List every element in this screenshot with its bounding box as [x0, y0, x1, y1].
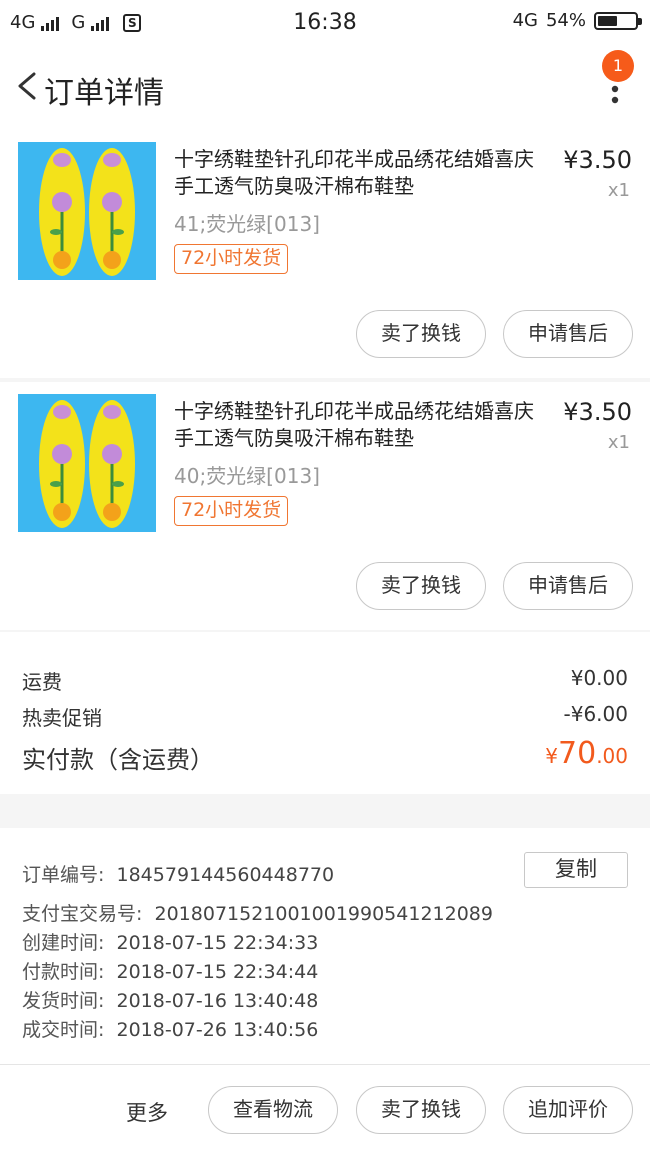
sell-item-button[interactable]: 卖了换钱	[356, 562, 486, 610]
after-sales-button[interactable]: 申请售后	[503, 562, 633, 610]
notification-badge: 1	[602, 50, 634, 82]
product-quantity: x1	[607, 432, 630, 453]
after-sales-button[interactable]: 申请售后	[503, 310, 633, 358]
status-bar: 4G G S 16:38 4G 54%	[0, 0, 650, 46]
shipping-tag: 72小时发货	[174, 496, 289, 526]
product-image[interactable]	[18, 142, 156, 280]
shipped-time-row: 发货时间: 2018-07-16 13:40:48	[22, 986, 318, 1013]
order-item[interactable]: 十字绣鞋垫针孔印花半成品绣花结婚喜庆手工透气防臭吸汗棉布鞋垫 ¥3.50 x1 …	[0, 130, 650, 378]
info-value: 2018-07-15 22:34:33	[116, 932, 319, 954]
order-number-row: 订单编号: 184579144560448770	[22, 860, 334, 887]
product-quantity: x1	[607, 180, 630, 201]
info-label: 成交时间:	[22, 1019, 105, 1041]
more-button[interactable]: 更多	[126, 1097, 168, 1127]
info-label: 发货时间:	[22, 990, 105, 1012]
info-label: 创建时间:	[22, 932, 105, 954]
completed-time-row: 成交时间: 2018-07-26 13:40:56	[22, 1015, 318, 1042]
product-sku: 40;荧光绿[013]	[174, 464, 320, 488]
order-info: 订单编号: 184579144560448770 复制 支付宝交易号: 2018…	[0, 828, 650, 1064]
status-right: 4G 54%	[512, 10, 642, 31]
total-value: ¥70.00	[545, 736, 628, 771]
shipping-row: 运费 ¥0.00	[22, 666, 628, 695]
promo-value: -¥6.00	[563, 702, 628, 726]
shipping-value: ¥0.00	[570, 666, 628, 690]
battery-icon	[594, 11, 642, 30]
info-label: 付款时间:	[22, 961, 105, 983]
info-value: 2018071521001001990541212089	[154, 903, 493, 925]
battery-level	[598, 15, 618, 26]
currency-symbol: ¥	[545, 744, 558, 768]
info-label: 支付宝交易号:	[22, 903, 143, 925]
sell-item-button[interactable]: 卖了换钱	[356, 310, 486, 358]
bottom-action-bar: 更多 查看物流 卖了换钱 追加评价	[0, 1064, 650, 1155]
product-title[interactable]: 十字绣鞋垫针孔印花半成品绣花结婚喜庆手工透气防臭吸汗棉布鞋垫	[174, 146, 546, 200]
promo-row: 热卖促销 -¥6.00	[22, 702, 628, 731]
order-item[interactable]: 十字绣鞋垫针孔印花半成品绣花结婚喜庆手工透气防臭吸汗棉布鞋垫 ¥3.50 x1 …	[0, 382, 650, 630]
page-title: 订单详情	[44, 76, 164, 111]
product-sku: 41;荧光绿[013]	[174, 212, 320, 236]
product-title[interactable]: 十字绣鞋垫针孔印花半成品绣花结婚喜庆手工透气防臭吸汗棉布鞋垫	[174, 398, 546, 452]
shipping-tag: 72小时发货	[174, 244, 289, 274]
total-integer: 70	[558, 736, 597, 771]
info-value: 2018-07-15 22:34:44	[116, 961, 319, 983]
shipping-label: 运费	[22, 670, 62, 694]
product-image[interactable]	[18, 394, 156, 532]
alipay-trade-row: 支付宝交易号: 2018071521001001990541212089	[22, 899, 493, 926]
back-arrow-icon[interactable]	[14, 72, 42, 100]
info-label: 订单编号:	[22, 864, 105, 886]
promo-label: 热卖促销	[22, 706, 102, 730]
info-value: 2018-07-16 13:40:48	[116, 990, 319, 1012]
product-price: ¥3.50	[563, 398, 632, 426]
info-value: 184579144560448770	[116, 864, 335, 886]
price-summary: 运费 ¥0.00 热卖促销 -¥6.00 实付款（含运费） ¥70.00	[0, 632, 650, 794]
sell-button[interactable]: 卖了换钱	[356, 1086, 486, 1134]
add-review-button[interactable]: 追加评价	[503, 1086, 633, 1134]
paid-time-row: 付款时间: 2018-07-15 22:34:44	[22, 957, 318, 984]
total-decimal: .00	[596, 744, 628, 768]
copy-button[interactable]: 复制	[524, 852, 628, 888]
header: 订单详情 1	[0, 46, 650, 130]
info-value: 2018-07-26 13:40:56	[116, 1019, 319, 1041]
battery-percent: 54%	[545, 10, 586, 31]
data-network: 4G	[512, 10, 538, 31]
product-price: ¥3.50	[563, 146, 632, 174]
created-time-row: 创建时间: 2018-07-15 22:34:33	[22, 928, 318, 955]
total-label: 实付款（含运费）	[22, 746, 214, 774]
view-logistics-button[interactable]: 查看物流	[208, 1086, 338, 1134]
